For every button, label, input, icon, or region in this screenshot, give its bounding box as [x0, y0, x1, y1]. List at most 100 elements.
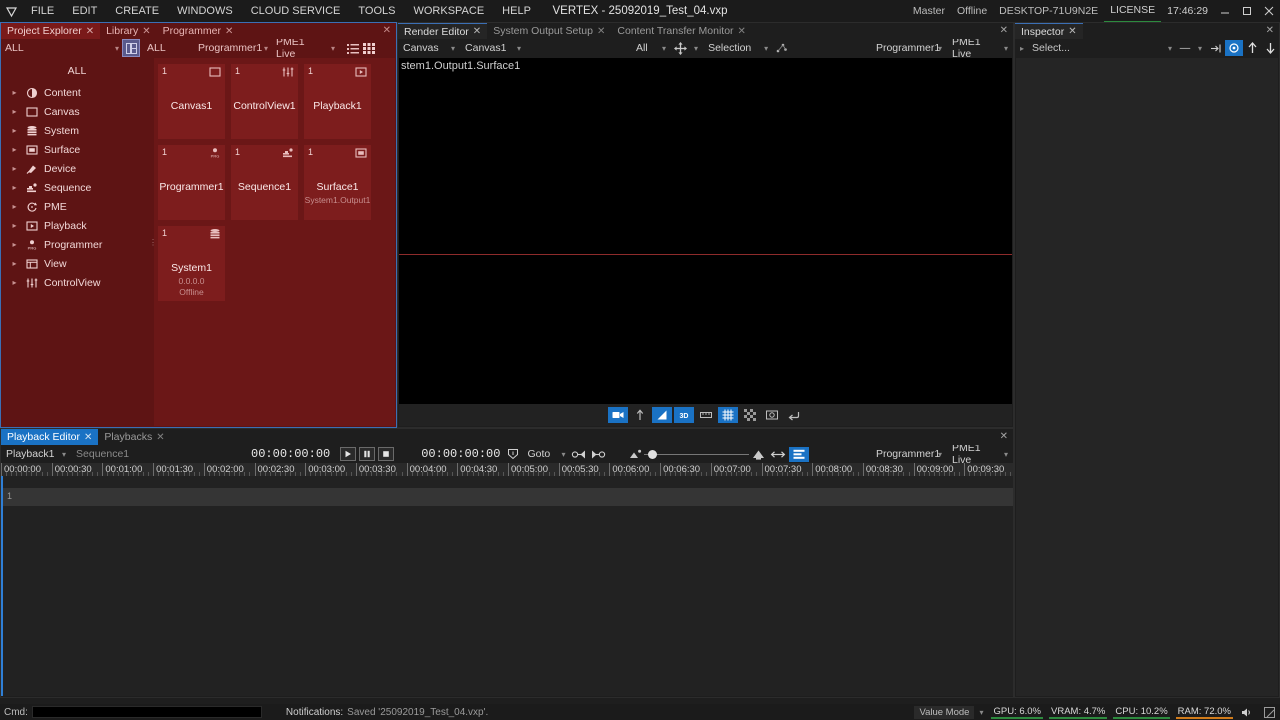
- panel-close-icon[interactable]: ✕: [1266, 25, 1274, 36]
- render-mode-select[interactable]: Selection: [703, 41, 759, 56]
- tree-item-canvas[interactable]: ▸ Canvas: [2, 102, 152, 121]
- menu-file[interactable]: FILE: [22, 0, 63, 22]
- expand-triangle-icon[interactable]: ▸: [10, 107, 19, 116]
- reset-icon[interactable]: [784, 407, 804, 423]
- playback-select[interactable]: Playback1: [1, 447, 57, 462]
- pause-icon[interactable]: [359, 447, 376, 461]
- tab-playbacks[interactable]: Playbacks ✕: [98, 429, 170, 445]
- license-button[interactable]: LICENSE: [1104, 0, 1162, 23]
- render-programmer-select[interactable]: Programmer1: [871, 41, 940, 56]
- minimize-icon[interactable]: [1214, 0, 1236, 22]
- tree-item-playback[interactable]: ▸ Playback: [2, 216, 152, 235]
- tree-item-sequence[interactable]: ▸ Sequence: [2, 178, 152, 197]
- play-icon[interactable]: [340, 447, 357, 461]
- chevron-down-icon[interactable]: ▾: [512, 44, 526, 53]
- card-surface1[interactable]: 1 Surface1 System1.Output1: [304, 145, 371, 220]
- tree-item-system[interactable]: ▸ System: [2, 121, 152, 140]
- menu-cloud-service[interactable]: CLOUD SERVICE: [242, 0, 350, 22]
- panel-close-icon[interactable]: ✕: [1000, 25, 1008, 36]
- menu-workspace[interactable]: WORKSPACE: [404, 0, 493, 22]
- layout-toggle-icon[interactable]: [122, 39, 141, 57]
- zoom-slider[interactable]: [644, 447, 750, 461]
- expand-triangle-icon[interactable]: ▸: [10, 202, 19, 211]
- chevron-down-icon[interactable]: ▾: [111, 44, 123, 53]
- 3d-icon[interactable]: 3D: [673, 407, 694, 423]
- shading-icon[interactable]: [651, 407, 672, 423]
- tree-item-pme[interactable]: ▸ PME: [2, 197, 152, 216]
- cmd-input[interactable]: [31, 706, 262, 718]
- tab-library[interactable]: Library ✕: [100, 23, 157, 39]
- panel-close-icon[interactable]: ✕: [383, 25, 391, 36]
- snap-points-icon[interactable]: [773, 40, 791, 56]
- chevron-down-icon[interactable]: ▾: [446, 44, 460, 53]
- chevron-down-icon[interactable]: ▾: [657, 44, 671, 53]
- chevron-down-icon[interactable]: ▾: [57, 450, 71, 459]
- chevron-down-icon[interactable]: ▾: [933, 44, 947, 53]
- card-system1[interactable]: 1 System1 0.0.0.0 Offline: [158, 226, 225, 301]
- arrow-up-icon[interactable]: [1243, 40, 1261, 56]
- menu-windows[interactable]: WINDOWS: [168, 0, 242, 22]
- tab-close-icon[interactable]: ✕: [156, 432, 164, 443]
- tab-close-icon[interactable]: ✕: [86, 26, 94, 37]
- pin-icon[interactable]: [1207, 40, 1225, 56]
- explorer-filter-select[interactable]: ALL: [1, 41, 111, 56]
- goto-badge-icon[interactable]: [504, 446, 522, 462]
- tab-close-icon[interactable]: ✕: [1068, 26, 1076, 37]
- playback-pme-select[interactable]: PME1 Live: [947, 442, 999, 466]
- chevron-down-icon[interactable]: ▾: [974, 708, 988, 717]
- render-target-select[interactable]: Canvas1: [460, 41, 512, 56]
- tree-item-programmer[interactable]: ▸ PRG Programmer: [2, 235, 152, 254]
- render-pme-select[interactable]: PME1 Live: [947, 36, 999, 60]
- tab-project-explorer[interactable]: Project Explorer ✕: [1, 23, 101, 39]
- card-controlview1[interactable]: 1 ControlView1: [231, 64, 298, 139]
- chevron-down-icon[interactable]: ▾: [1163, 44, 1177, 53]
- chevron-down-icon[interactable]: ▾: [260, 44, 272, 53]
- tab-inspector[interactable]: Inspector ✕: [1015, 23, 1083, 39]
- chevron-down-icon[interactable]: ▾: [689, 44, 703, 53]
- timeline-ruler[interactable]: 00:00:00 00:00:30 00:01:00 00:01:30 00:02:00…: [1, 463, 1013, 476]
- expand-triangle-icon[interactable]: ▸: [10, 164, 19, 173]
- card-programmer1[interactable]: 1 PRG Programmer1: [158, 145, 225, 220]
- tab-close-icon[interactable]: ✕: [84, 432, 92, 443]
- move-gizmo-icon[interactable]: [671, 40, 689, 56]
- speaker-icon[interactable]: [1236, 701, 1258, 720]
- prev-cue-icon[interactable]: [570, 446, 588, 462]
- tab-playback-editor[interactable]: Playback Editor ✕: [1, 429, 99, 445]
- zoom-out-icon[interactable]: [626, 446, 644, 462]
- menu-edit[interactable]: EDIT: [63, 0, 106, 22]
- explorer-programmer-select[interactable]: Programmer1: [194, 41, 262, 56]
- card-canvas1[interactable]: 1 Canvas1: [158, 64, 225, 139]
- grid-view-icon[interactable]: [361, 40, 377, 56]
- maximize-icon[interactable]: [1236, 0, 1258, 22]
- layers-icon[interactable]: [789, 446, 810, 462]
- tab-content-transfer-monitor[interactable]: Content Transfer Monitor ✕: [611, 23, 752, 39]
- render-filter-select[interactable]: All: [631, 41, 657, 56]
- expand-triangle-icon[interactable]: ▸: [10, 240, 19, 249]
- list-view-icon[interactable]: [345, 40, 361, 56]
- stop-icon[interactable]: [378, 447, 395, 461]
- tree-item-device[interactable]: ▸ Device: [2, 159, 152, 178]
- tab-close-icon[interactable]: ✕: [142, 26, 150, 37]
- menu-tools[interactable]: TOOLS: [349, 0, 404, 22]
- next-cue-icon[interactable]: [588, 446, 608, 462]
- checker-icon[interactable]: [740, 407, 760, 423]
- card-playback1[interactable]: 1 Playback1: [304, 64, 371, 139]
- expand-triangle-icon[interactable]: ▸: [10, 88, 19, 97]
- zoom-in-icon[interactable]: [749, 446, 767, 462]
- tab-close-icon[interactable]: ✕: [738, 26, 746, 37]
- chevron-down-icon[interactable]: ▾: [999, 44, 1013, 53]
- snapshot-icon[interactable]: [762, 407, 782, 423]
- playhead[interactable]: [1, 476, 3, 696]
- timeline-track[interactable]: 1: [1, 488, 1013, 506]
- chevron-down-icon[interactable]: ▾: [759, 44, 773, 53]
- target-icon[interactable]: [1225, 40, 1243, 56]
- camera-icon[interactable]: [607, 407, 628, 423]
- playback-programmer-select[interactable]: Programmer1: [871, 447, 940, 462]
- menu-create[interactable]: CREATE: [106, 0, 168, 22]
- tab-close-icon[interactable]: ✕: [225, 26, 233, 37]
- tree-item-controlview[interactable]: ▸ ControlView: [2, 273, 152, 292]
- render-viewport[interactable]: stem1.Output1.Surface1 3D: [399, 58, 1012, 426]
- tree-item-view[interactable]: ▸ View: [2, 254, 152, 273]
- ruler-icon[interactable]: [696, 407, 716, 423]
- expand-triangle-icon[interactable]: ▸: [10, 183, 19, 192]
